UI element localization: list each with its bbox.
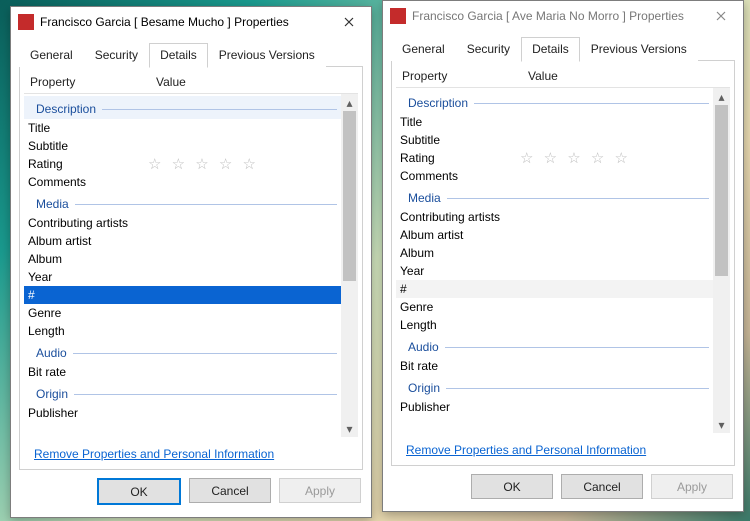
close-button[interactable]: [329, 8, 369, 36]
prop-comments[interactable]: Comments: [396, 167, 713, 185]
prop-album[interactable]: Album: [396, 244, 713, 262]
scroll-track[interactable]: [341, 111, 358, 420]
cancel-button[interactable]: Cancel: [561, 474, 643, 499]
properties-dialog: Francisco Garcia [ Ave Maria No Morro ] …: [382, 0, 744, 512]
close-icon: [344, 17, 354, 27]
prop-album-artist[interactable]: Album artist: [24, 232, 341, 250]
window-title: Francisco Garcia [ Ave Maria No Morro ] …: [412, 9, 701, 23]
scroll-thumb[interactable]: [715, 105, 728, 276]
header-property[interactable]: Property: [24, 75, 150, 89]
tab-previous-versions[interactable]: Previous Versions: [580, 37, 698, 61]
window-title: Francisco Garcia [ Besame Mucho ] Proper…: [40, 15, 329, 29]
header-value[interactable]: Value: [522, 69, 730, 83]
prop-length[interactable]: Length: [396, 316, 713, 334]
close-button[interactable]: [701, 2, 741, 30]
scroll-track[interactable]: [713, 105, 730, 416]
tab-security[interactable]: Security: [84, 43, 149, 67]
prop-title[interactable]: Title: [24, 119, 341, 137]
close-icon: [716, 11, 726, 21]
remove-properties-link[interactable]: Remove Properties and Personal Informati…: [406, 443, 646, 457]
scroll-up-icon[interactable]: ▴: [713, 88, 730, 105]
header-value[interactable]: Value: [150, 75, 358, 89]
properties-dialog: Francisco Garcia [ Besame Mucho ] Proper…: [10, 6, 372, 518]
scroll-down-icon[interactable]: ▾: [713, 416, 730, 433]
property-list[interactable]: Description Title Subtitle Rating☆ ☆ ☆ ☆…: [24, 94, 341, 437]
cancel-button[interactable]: Cancel: [189, 478, 271, 503]
tab-general[interactable]: General: [19, 43, 84, 67]
prop-year[interactable]: Year: [24, 268, 341, 286]
prop-track-number[interactable]: #: [24, 286, 341, 304]
section-audio: Audio: [396, 334, 713, 357]
scrollbar[interactable]: ▴ ▾: [713, 88, 730, 433]
details-panel: Property Value Description Title Subtitl…: [391, 61, 735, 466]
prop-track-number[interactable]: #: [396, 280, 713, 298]
section-origin: Origin: [396, 375, 713, 398]
tab-general[interactable]: General: [391, 37, 456, 61]
section-description: Description: [396, 90, 713, 113]
apply-button[interactable]: Apply: [651, 474, 733, 499]
prop-subtitle[interactable]: Subtitle: [396, 131, 713, 149]
section-audio: Audio: [24, 340, 341, 363]
list-header: Property Value: [396, 65, 730, 88]
scrollbar[interactable]: ▴ ▾: [341, 94, 358, 437]
dialog-buttons: OK Cancel Apply: [11, 474, 371, 517]
tab-details[interactable]: Details: [149, 43, 208, 68]
tab-security[interactable]: Security: [456, 37, 521, 61]
prop-album-artist[interactable]: Album artist: [396, 226, 713, 244]
section-media: Media: [396, 185, 713, 208]
remove-properties-row: Remove Properties and Personal Informati…: [392, 437, 734, 465]
prop-contributing-artists[interactable]: Contributing artists: [396, 208, 713, 226]
app-icon: [390, 8, 406, 24]
list-header: Property Value: [24, 71, 358, 94]
apply-button[interactable]: Apply: [279, 478, 361, 503]
prop-publisher[interactable]: Publisher: [24, 404, 341, 422]
titlebar[interactable]: Francisco Garcia [ Besame Mucho ] Proper…: [11, 7, 371, 37]
header-property[interactable]: Property: [396, 69, 522, 83]
prop-rating[interactable]: Rating☆ ☆ ☆ ☆ ☆: [396, 149, 713, 167]
section-description: Description: [24, 96, 341, 119]
prop-contributing-artists[interactable]: Contributing artists: [24, 214, 341, 232]
property-list-container: Description Title Subtitle Rating☆ ☆ ☆ ☆…: [396, 88, 730, 433]
prop-subtitle[interactable]: Subtitle: [24, 137, 341, 155]
dialog-buttons: OK Cancel Apply: [383, 470, 743, 511]
prop-title[interactable]: Title: [396, 113, 713, 131]
remove-properties-link[interactable]: Remove Properties and Personal Informati…: [34, 447, 274, 461]
property-list-container: Description Title Subtitle Rating☆ ☆ ☆ ☆…: [24, 94, 358, 437]
prop-album[interactable]: Album: [24, 250, 341, 268]
prop-genre[interactable]: Genre: [396, 298, 713, 316]
prop-comments[interactable]: Comments: [24, 173, 341, 191]
tab-strip: General Security Details Previous Versio…: [383, 31, 743, 61]
rating-stars-icon: ☆ ☆ ☆ ☆ ☆: [520, 151, 711, 166]
tab-details[interactable]: Details: [521, 37, 580, 62]
ok-button[interactable]: OK: [471, 474, 553, 499]
rating-stars-icon: ☆ ☆ ☆ ☆ ☆: [148, 157, 339, 172]
details-panel: Property Value Description Title Subtitl…: [19, 67, 363, 470]
titlebar[interactable]: Francisco Garcia [ Ave Maria No Morro ] …: [383, 1, 743, 31]
scroll-thumb[interactable]: [343, 111, 356, 281]
prop-bitrate[interactable]: Bit rate: [24, 363, 341, 381]
ok-button[interactable]: OK: [97, 478, 181, 505]
prop-length[interactable]: Length: [24, 322, 341, 340]
scroll-down-icon[interactable]: ▾: [341, 420, 358, 437]
section-media: Media: [24, 191, 341, 214]
prop-rating[interactable]: Rating☆ ☆ ☆ ☆ ☆: [24, 155, 341, 173]
tab-previous-versions[interactable]: Previous Versions: [208, 43, 326, 67]
section-origin: Origin: [24, 381, 341, 404]
remove-properties-row: Remove Properties and Personal Informati…: [20, 441, 362, 469]
scroll-up-icon[interactable]: ▴: [341, 94, 358, 111]
prop-year[interactable]: Year: [396, 262, 713, 280]
prop-bitrate[interactable]: Bit rate: [396, 357, 713, 375]
tab-strip: General Security Details Previous Versio…: [11, 37, 371, 67]
property-list[interactable]: Description Title Subtitle Rating☆ ☆ ☆ ☆…: [396, 88, 713, 433]
app-icon: [18, 14, 34, 30]
prop-publisher[interactable]: Publisher: [396, 398, 713, 416]
prop-genre[interactable]: Genre: [24, 304, 341, 322]
